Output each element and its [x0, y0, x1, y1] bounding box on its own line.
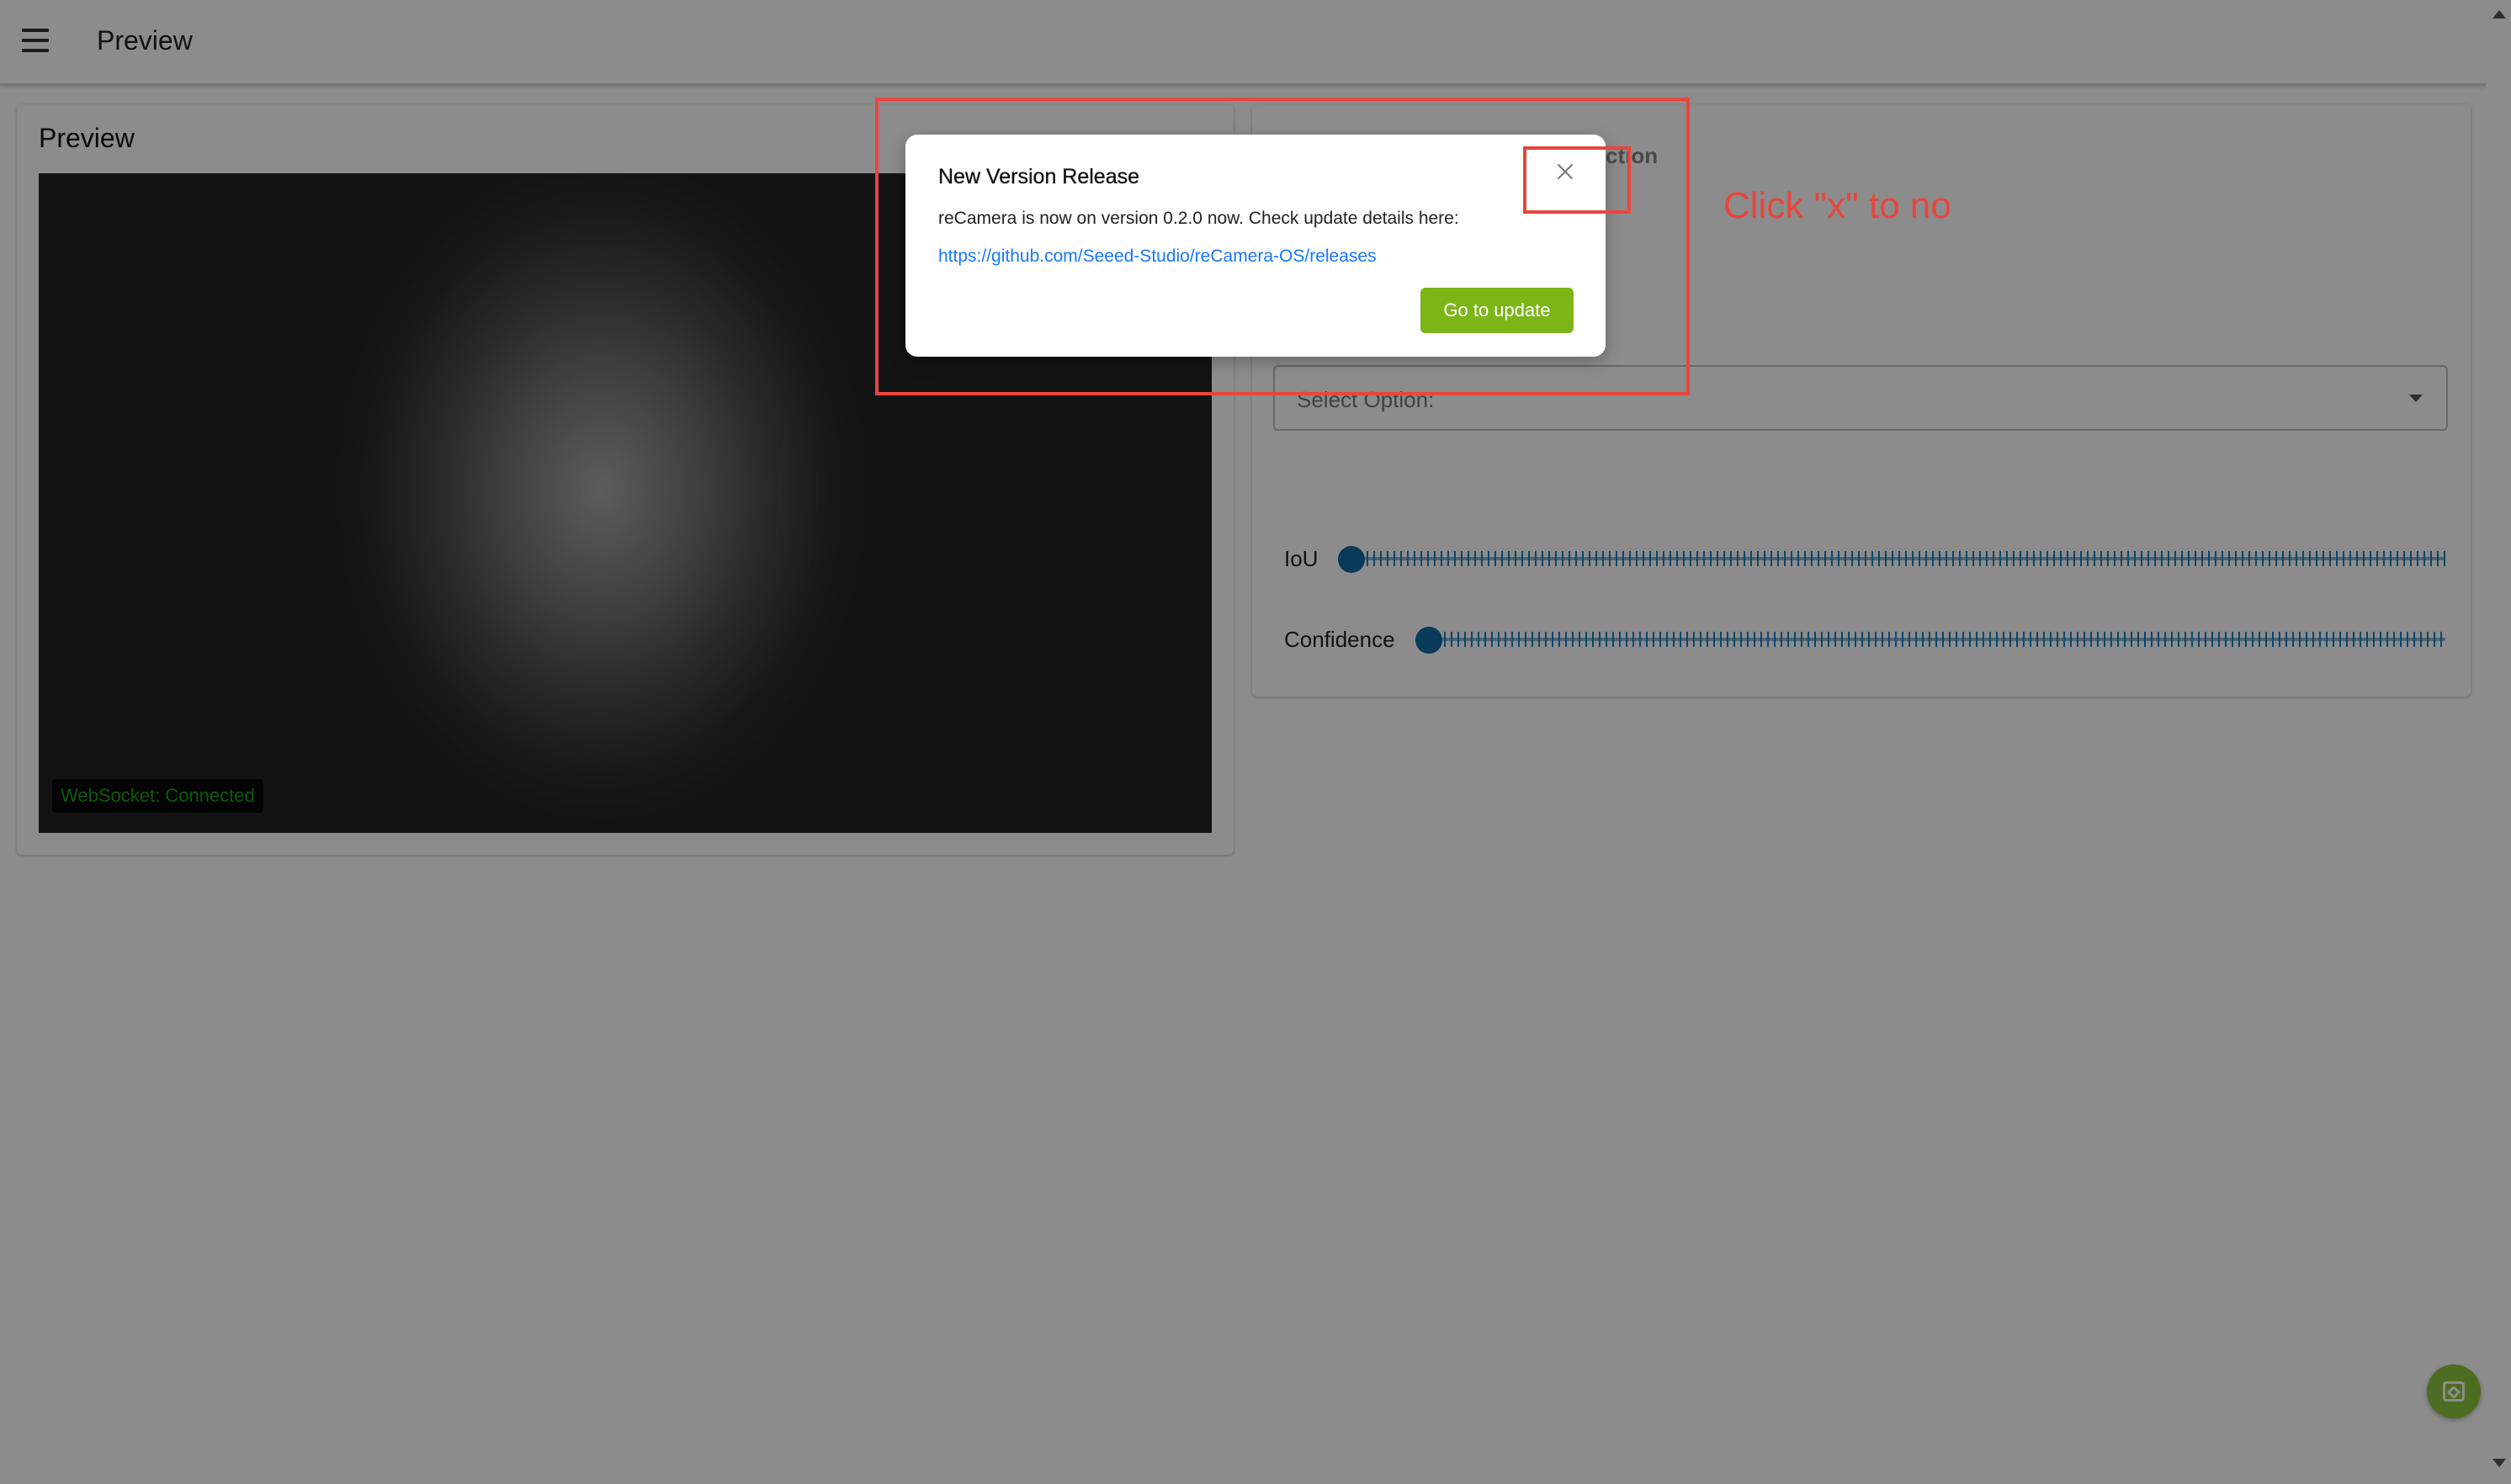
close-icon[interactable]	[1552, 158, 1579, 185]
dialog-title: New Version Release	[938, 165, 1140, 188]
go-to-update-button[interactable]: Go to update	[1420, 288, 1574, 333]
dialog-message: reCamera is now on version 0.2.0 now. Ch…	[938, 209, 1459, 228]
annotation-instruction: Click "x" to no	[1723, 185, 1951, 226]
release-notes-link[interactable]: https://github.com/Seeed-Studio/reCamera…	[938, 246, 1377, 267]
settings-title-visible: ction	[1606, 143, 1659, 168]
update-dialog: New Version Release reCamera is now on v…	[905, 135, 1606, 357]
